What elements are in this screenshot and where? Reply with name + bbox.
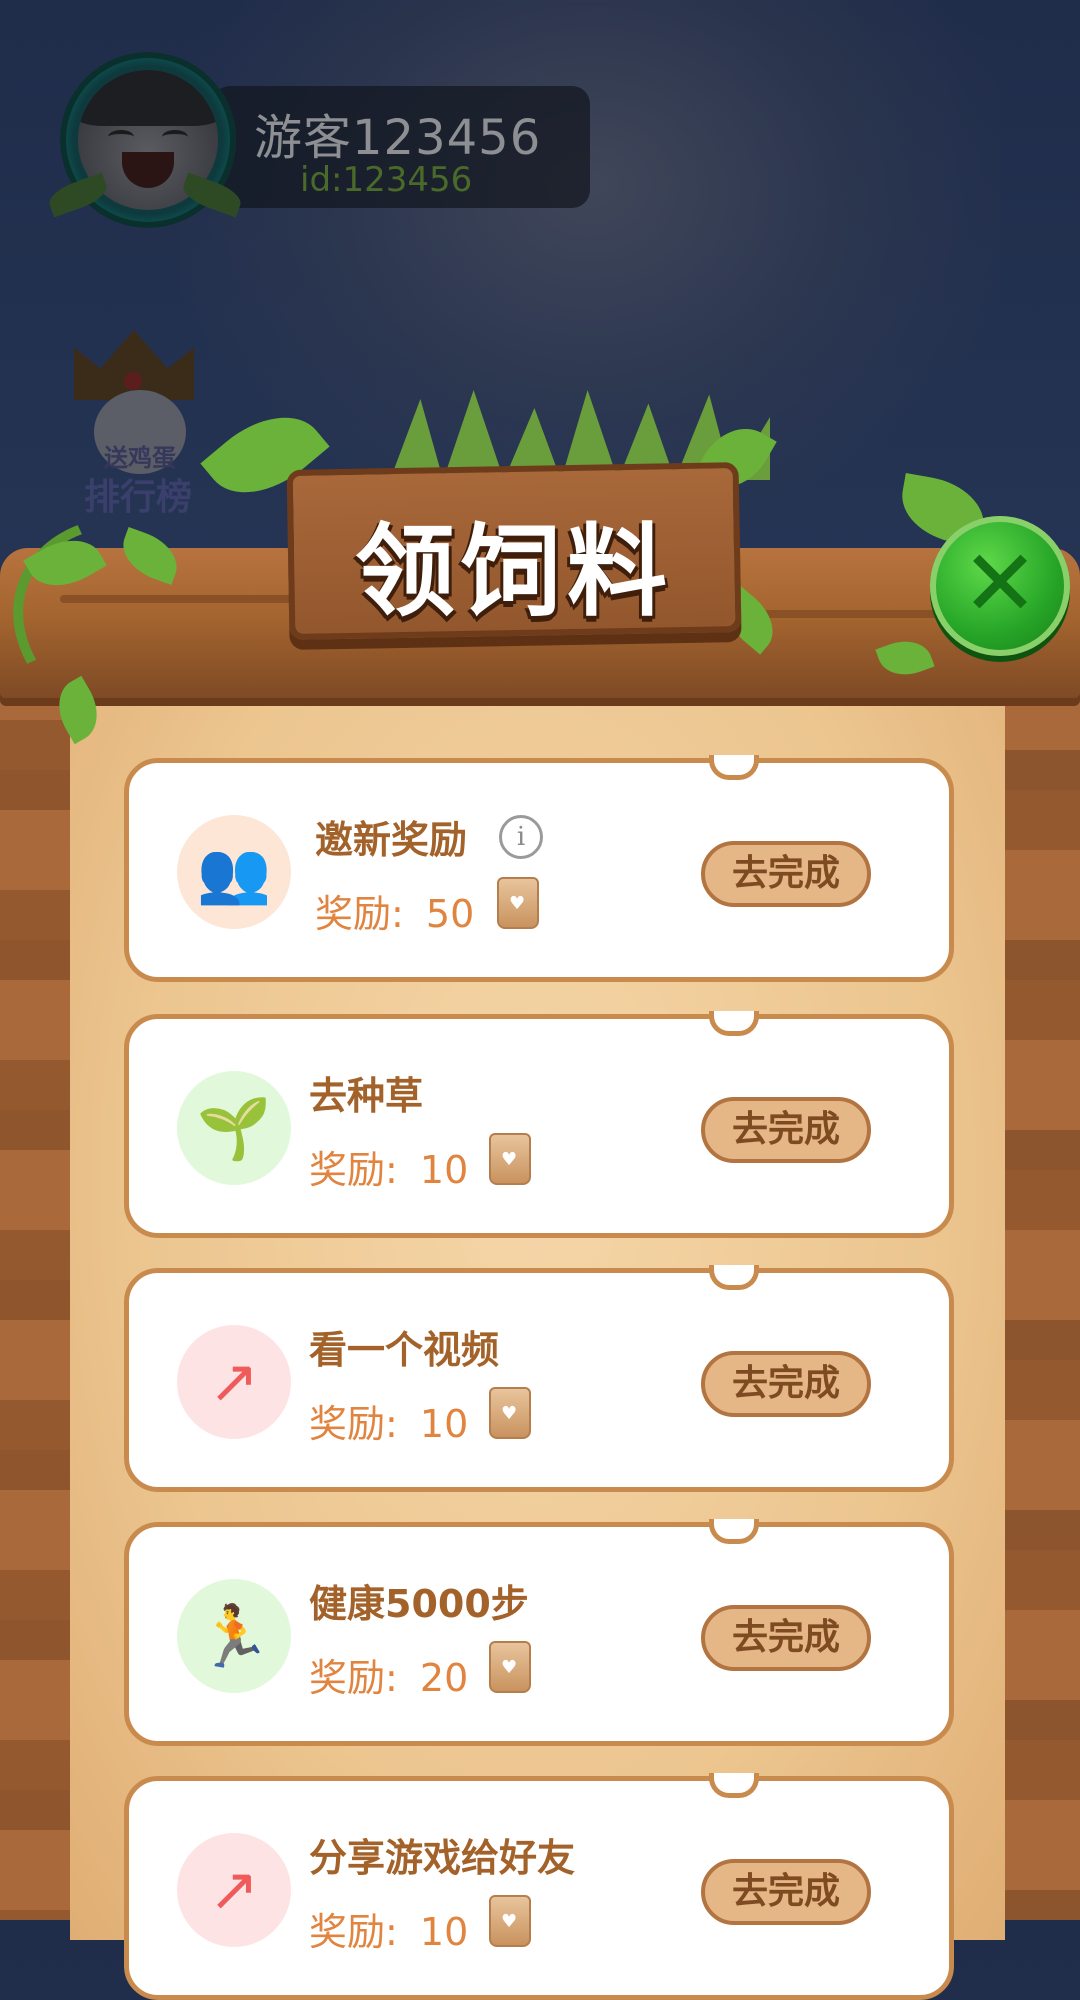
reward-label: 奖励: bbox=[309, 1148, 398, 1192]
task-card: 🌱 去种草 奖励: 10 去完成 bbox=[124, 1011, 954, 1238]
modal-title: 领饲料 bbox=[355, 513, 673, 630]
reward-label: 奖励: bbox=[309, 1402, 398, 1446]
running-icon: 🏃 bbox=[177, 1579, 291, 1693]
task-title: 健康5000步 bbox=[309, 1582, 529, 1626]
share-icon: ↗ bbox=[177, 1833, 291, 1947]
task-reward: 奖励: 10 bbox=[309, 1393, 468, 1448]
task-reward: 奖励: 50 bbox=[315, 883, 474, 938]
reward-value: 50 bbox=[425, 892, 475, 936]
task-reward: 奖励: 20 bbox=[309, 1647, 468, 1702]
task-card: ↗ 分享游戏给好友 奖励: 10 去完成 bbox=[124, 1773, 954, 2000]
task-title: 邀新奖励 bbox=[315, 818, 468, 862]
go-complete-button[interactable]: 去完成 bbox=[701, 1097, 871, 1163]
feed-bag-icon bbox=[489, 1641, 531, 1693]
card-notch bbox=[709, 1773, 759, 1798]
reward-value: 10 bbox=[419, 1402, 469, 1446]
card-notch bbox=[709, 1265, 759, 1290]
reward-label: 奖励: bbox=[309, 1910, 398, 1954]
leaderboard-label: 排行榜 bbox=[84, 477, 193, 518]
task-reward: 奖励: 10 bbox=[309, 1901, 468, 1956]
reward-value: 20 bbox=[419, 1656, 469, 1700]
card-notch bbox=[709, 755, 759, 780]
player-id: id:123456 bbox=[300, 160, 473, 200]
go-complete-button[interactable]: 去完成 bbox=[701, 841, 871, 907]
task-title: 去种草 bbox=[309, 1074, 424, 1118]
task-card: ↗ 看一个视频 奖励: 10 去完成 bbox=[124, 1265, 954, 1492]
share-icon: ↗ bbox=[177, 1325, 291, 1439]
go-complete-button[interactable]: 去完成 bbox=[701, 1351, 871, 1417]
feed-bag-icon bbox=[489, 1387, 531, 1439]
feed-bag-icon bbox=[497, 877, 539, 929]
feed-bag-icon bbox=[489, 1895, 531, 1947]
task-card: 🏃 健康5000步 奖励: 20 去完成 bbox=[124, 1519, 954, 1746]
reward-value: 10 bbox=[419, 1910, 469, 1954]
reward-label: 奖励: bbox=[309, 1656, 398, 1700]
card-notch bbox=[709, 1011, 759, 1036]
users-icon: 👥 bbox=[177, 815, 291, 929]
card-notch bbox=[709, 1519, 759, 1544]
reward-label: 奖励: bbox=[315, 892, 404, 936]
go-complete-button[interactable]: 去完成 bbox=[701, 1859, 871, 1925]
close-x-icon: ✕ bbox=[961, 530, 1039, 637]
player-name: 游客123456 bbox=[254, 110, 542, 166]
go-complete-button[interactable]: 去完成 bbox=[701, 1605, 871, 1671]
task-card: 👥 邀新奖励 i 奖励: 50 去完成 bbox=[124, 755, 954, 982]
close-button[interactable]: ✕ bbox=[930, 516, 1070, 656]
leaderboard-button[interactable]: 送鸡蛋 排行榜 bbox=[64, 320, 214, 518]
task-reward: 奖励: 10 bbox=[309, 1139, 468, 1194]
reward-value: 10 bbox=[419, 1148, 469, 1192]
crown-gem-icon bbox=[124, 372, 142, 390]
sprout-icon: 🌱 bbox=[177, 1071, 291, 1185]
info-icon[interactable]: i bbox=[499, 815, 543, 859]
task-title: 分享游戏给好友 bbox=[309, 1836, 576, 1880]
task-title: 看一个视频 bbox=[309, 1328, 500, 1372]
feed-bag-icon bbox=[489, 1133, 531, 1185]
